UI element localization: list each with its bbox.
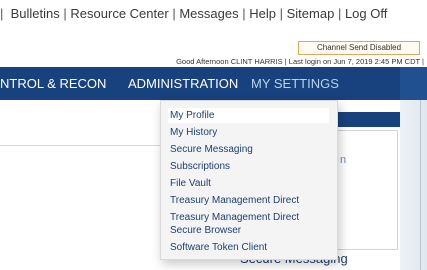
log-off-link[interactable]: Log Off xyxy=(345,6,387,21)
gutter-divider xyxy=(420,100,421,270)
dropdown-list: My Profile My History Secure Messaging S… xyxy=(161,101,337,255)
side-card xyxy=(330,130,398,250)
help-link[interactable]: Help xyxy=(249,6,276,21)
nav-right-strip xyxy=(400,67,427,100)
my-settings-dropdown-menu: My Profile My History Secure Messaging S… xyxy=(160,100,338,260)
menu-item-secure-messaging[interactable]: Secure Messaging xyxy=(168,142,329,157)
menu-item-file-vault[interactable]: File Vault xyxy=(168,176,329,191)
top-links-separator: | xyxy=(63,6,67,21)
card-header xyxy=(330,112,400,127)
nav-my-settings[interactable]: MY SETTINGS xyxy=(251,76,339,91)
menu-item-software-token-client[interactable]: Software Token Client xyxy=(168,240,329,255)
content-divider xyxy=(0,145,160,146)
resource-center-link[interactable]: Resource Center xyxy=(70,6,168,21)
menu-item-subscriptions[interactable]: Subscriptions xyxy=(168,159,329,174)
menu-item-my-profile[interactable]: My Profile xyxy=(168,108,329,123)
top-links-separator: | xyxy=(0,6,4,21)
messages-link[interactable]: Messages xyxy=(179,6,238,21)
right-gutter xyxy=(400,100,427,270)
top-links-separator: | xyxy=(279,6,283,21)
top-links-separator: | xyxy=(242,6,246,21)
channel-status-badge: Channel Send Disabled xyxy=(298,41,420,55)
bulletins-link[interactable]: Bulletins xyxy=(11,6,60,21)
nav-administration[interactable]: ADMINISTRATION xyxy=(128,76,238,91)
menu-item-treasury-management-direct[interactable]: Treasury Management Direct xyxy=(168,193,329,208)
main-nav-bar: NTROL & RECON ADMINISTRATION MY SETTINGS xyxy=(0,67,427,100)
top-links-bar: | Bulletins | Resource Center | Messages… xyxy=(0,6,427,21)
card-partial-text: n xyxy=(340,154,347,166)
sitemap-link[interactable]: Sitemap xyxy=(287,6,335,21)
greeting-text: Good Afternoon CLINT HARRIS | Last login… xyxy=(176,57,424,66)
content-band xyxy=(0,111,160,133)
top-links-separator: | xyxy=(337,6,342,21)
top-links-separator: | xyxy=(172,6,176,21)
menu-item-my-history[interactable]: My History xyxy=(168,125,329,140)
menu-item-treasury-management-direct-secure-browser[interactable]: Treasury Management Direct Secure Browse… xyxy=(168,210,329,238)
nav-control-recon[interactable]: NTROL & RECON xyxy=(0,76,106,91)
